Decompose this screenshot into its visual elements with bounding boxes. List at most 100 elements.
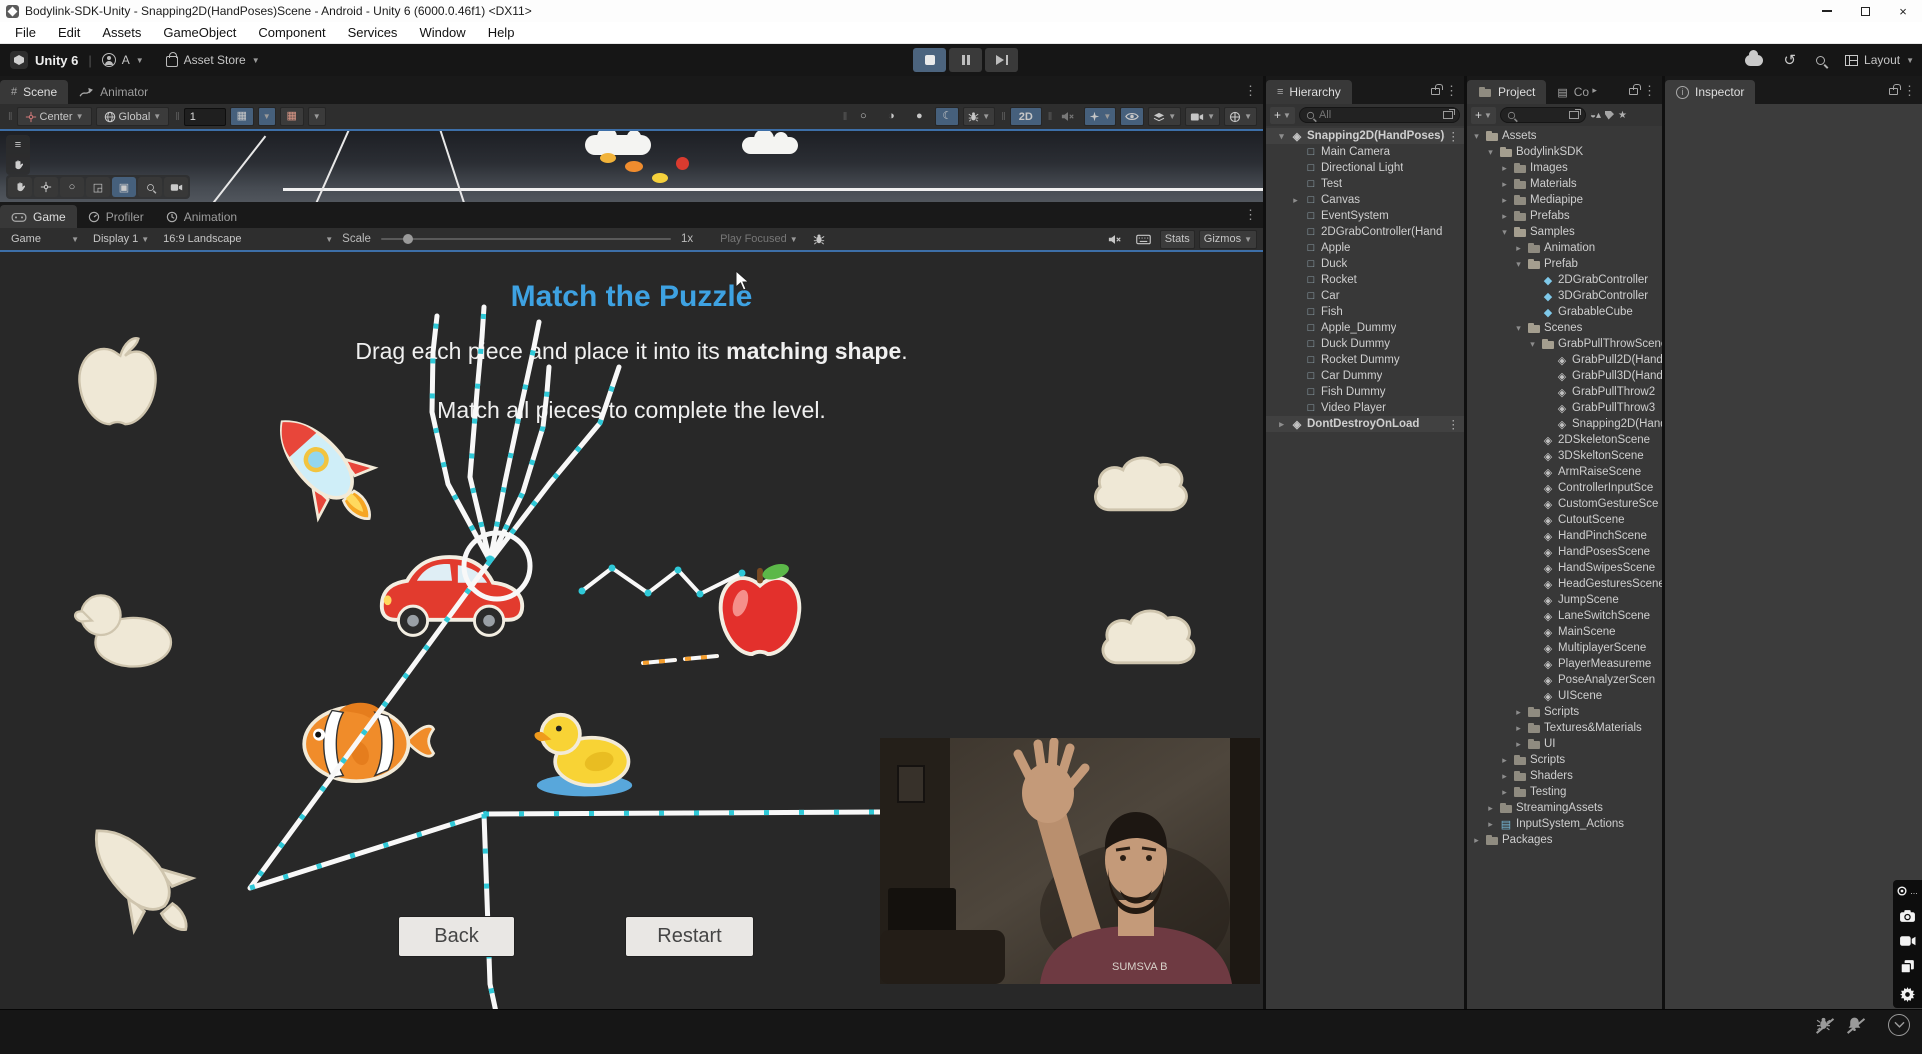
create-object-button[interactable]: +▼: [1270, 107, 1295, 124]
open-search-window-icon[interactable]: [1443, 111, 1453, 119]
scene-audio-muted-toggle[interactable]: [1056, 107, 1080, 126]
project-row[interactable]: 3DGrabController: [1467, 288, 1662, 304]
project-row[interactable]: MainScene: [1467, 624, 1662, 640]
stats-button[interactable]: Stats: [1160, 230, 1195, 249]
project-row[interactable]: GrabPull3D(Hand: [1467, 368, 1662, 384]
scene-visibility-toggle[interactable]: [1120, 107, 1144, 126]
hierarchy-search-input[interactable]: [1319, 109, 1439, 121]
scale-tool-button[interactable]: ◲: [86, 177, 110, 197]
hierarchy-row[interactable]: Rocket ⋮: [1266, 272, 1464, 288]
status-collapse-icon[interactable]: [1888, 1014, 1910, 1036]
scene-camera-dropdown[interactable]: ▼: [1185, 107, 1220, 126]
grid-snap-button[interactable]: ▦: [230, 107, 254, 126]
project-row[interactable]: Scripts: [1467, 752, 1662, 768]
custom-tool-button[interactable]: [164, 177, 188, 197]
hierarchy-row[interactable]: Fish Dummy ⋮: [1266, 384, 1464, 400]
foldout-arrow[interactable]: [1527, 339, 1538, 350]
capture-menu-icon[interactable]: …: [1896, 885, 1919, 897]
lock-icon[interactable]: [1629, 88, 1638, 95]
keyboard-input-icon[interactable]: [1131, 230, 1156, 249]
foldout-arrow[interactable]: [1499, 755, 1510, 766]
project-row[interactable]: GrabPullThrowScene: [1467, 336, 1662, 352]
tab-animator[interactable]: Animator: [68, 80, 159, 104]
aspect-ratio-dropdown[interactable]: 16:9 Landscape ▼: [158, 230, 338, 249]
foldout-arrow[interactable]: [1485, 147, 1496, 158]
menu-item[interactable]: Services: [337, 25, 409, 40]
menu-item[interactable]: File: [4, 25, 47, 40]
foldout-arrow[interactable]: [1513, 723, 1524, 734]
more-tabs-icon[interactable]: ▸: [1592, 85, 1597, 96]
hierarchy-row[interactable]: EventSystem ⋮: [1266, 208, 1464, 224]
project-row[interactable]: Mediapipe: [1467, 192, 1662, 208]
foldout-arrow[interactable]: [1276, 419, 1287, 430]
hierarchy-row[interactable]: Apple_Dummy ⋮: [1266, 320, 1464, 336]
debug-draw-dropdown[interactable]: ▼: [963, 107, 995, 126]
project-row[interactable]: Prefabs: [1467, 208, 1662, 224]
2d-mode-toggle[interactable]: 2D: [1010, 107, 1042, 126]
foldout-arrow[interactable]: [1290, 195, 1301, 206]
hierarchy-row[interactable]: Car Dummy ⋮: [1266, 368, 1464, 384]
hand-tool-icon[interactable]: [13, 159, 23, 171]
scene-layers-dropdown[interactable]: ▼: [1148, 107, 1181, 126]
grid-snap-options[interactable]: ▼: [258, 107, 276, 126]
project-row[interactable]: Images: [1467, 160, 1662, 176]
project-row[interactable]: GrabPullThrow3: [1467, 400, 1662, 416]
screenshot-camera-icon[interactable]: [1899, 909, 1916, 923]
foldout-arrow[interactable]: [1499, 179, 1510, 190]
transform-tool-button[interactable]: [138, 177, 162, 197]
grid-size-field[interactable]: [184, 108, 226, 126]
shading-shaded-wire-button[interactable]: ◑: [879, 107, 903, 126]
foldout-arrow[interactable]: [1499, 163, 1510, 174]
hamburger-icon[interactable]: ≡: [15, 139, 21, 151]
project-row[interactable]: GrabPullThrow2: [1467, 384, 1662, 400]
tab-profiler[interactable]: Profiler: [77, 205, 155, 228]
foldout-arrow[interactable]: [1499, 771, 1510, 782]
hierarchy-row[interactable]: Fish ⋮: [1266, 304, 1464, 320]
hierarchy-row[interactable]: Video Player ⋮: [1266, 400, 1464, 416]
hierarchy-row[interactable]: Duck Dummy ⋮: [1266, 336, 1464, 352]
project-row[interactable]: LaneSwitchScene: [1467, 608, 1662, 624]
project-row[interactable]: GrabableCube: [1467, 304, 1662, 320]
foldout-arrow[interactable]: [1513, 739, 1524, 750]
scene-effects-dropdown[interactable]: ▼: [1084, 107, 1116, 126]
hierarchy-row[interactable]: Test ⋮: [1266, 176, 1464, 192]
back-button[interactable]: Back: [398, 916, 515, 957]
foldout-arrow[interactable]: [1485, 803, 1496, 814]
project-row[interactable]: Packages: [1467, 832, 1662, 848]
account-dropdown[interactable]: A ▼: [102, 53, 144, 67]
play-stop-button[interactable]: [913, 48, 946, 72]
project-row[interactable]: StreamingAssets: [1467, 800, 1662, 816]
drag-handle[interactable]: ‖: [1048, 111, 1051, 123]
restart-button[interactable]: Restart: [625, 916, 754, 957]
maximize-button[interactable]: [1846, 0, 1884, 22]
scene-viewport[interactable]: ≡ ○ ◲ ▣: [0, 131, 1263, 202]
scale-slider-knob[interactable]: [403, 234, 413, 244]
project-row[interactable]: Scripts: [1467, 704, 1662, 720]
panel-menu-icon[interactable]: ⋮: [1903, 83, 1916, 99]
favorites-icon[interactable]: ★: [1618, 110, 1627, 121]
project-row[interactable]: Textures&Materials: [1467, 720, 1662, 736]
hierarchy-row[interactable]: Rocket Dummy ⋮: [1266, 352, 1464, 368]
view-tool-button[interactable]: [8, 177, 32, 197]
project-row[interactable]: Shaders: [1467, 768, 1662, 784]
foldout-arrow[interactable]: [1499, 787, 1510, 798]
project-search[interactable]: [1500, 107, 1586, 123]
drag-handle[interactable]: ‖: [843, 111, 846, 123]
game-audio-mute-toggle[interactable]: [1103, 230, 1127, 249]
project-row[interactable]: JumpScene: [1467, 592, 1662, 608]
step-button[interactable]: [985, 48, 1018, 72]
close-button[interactable]: ×: [1884, 0, 1922, 22]
row-kebab-icon[interactable]: ⋮: [1448, 129, 1465, 143]
scene-lighting-toggle[interactable]: ☾: [935, 107, 959, 126]
snap-increment-button[interactable]: ▦: [280, 107, 304, 126]
scale-slider[interactable]: [381, 238, 671, 240]
hierarchy-row[interactable]: Duck ⋮: [1266, 256, 1464, 272]
play-focused-dropdown[interactable]: Play Focused ▼: [715, 230, 803, 249]
menu-item[interactable]: Help: [477, 25, 526, 40]
minimize-button[interactable]: [1808, 0, 1846, 22]
notifications-disabled-icon[interactable]: [1847, 1016, 1862, 1036]
asset-store-dropdown[interactable]: Asset Store ▼: [166, 53, 260, 67]
project-search-input[interactable]: [1520, 109, 1565, 121]
project-row[interactable]: Testing: [1467, 784, 1662, 800]
project-row[interactable]: GrabPull2D(Hand: [1467, 352, 1662, 368]
